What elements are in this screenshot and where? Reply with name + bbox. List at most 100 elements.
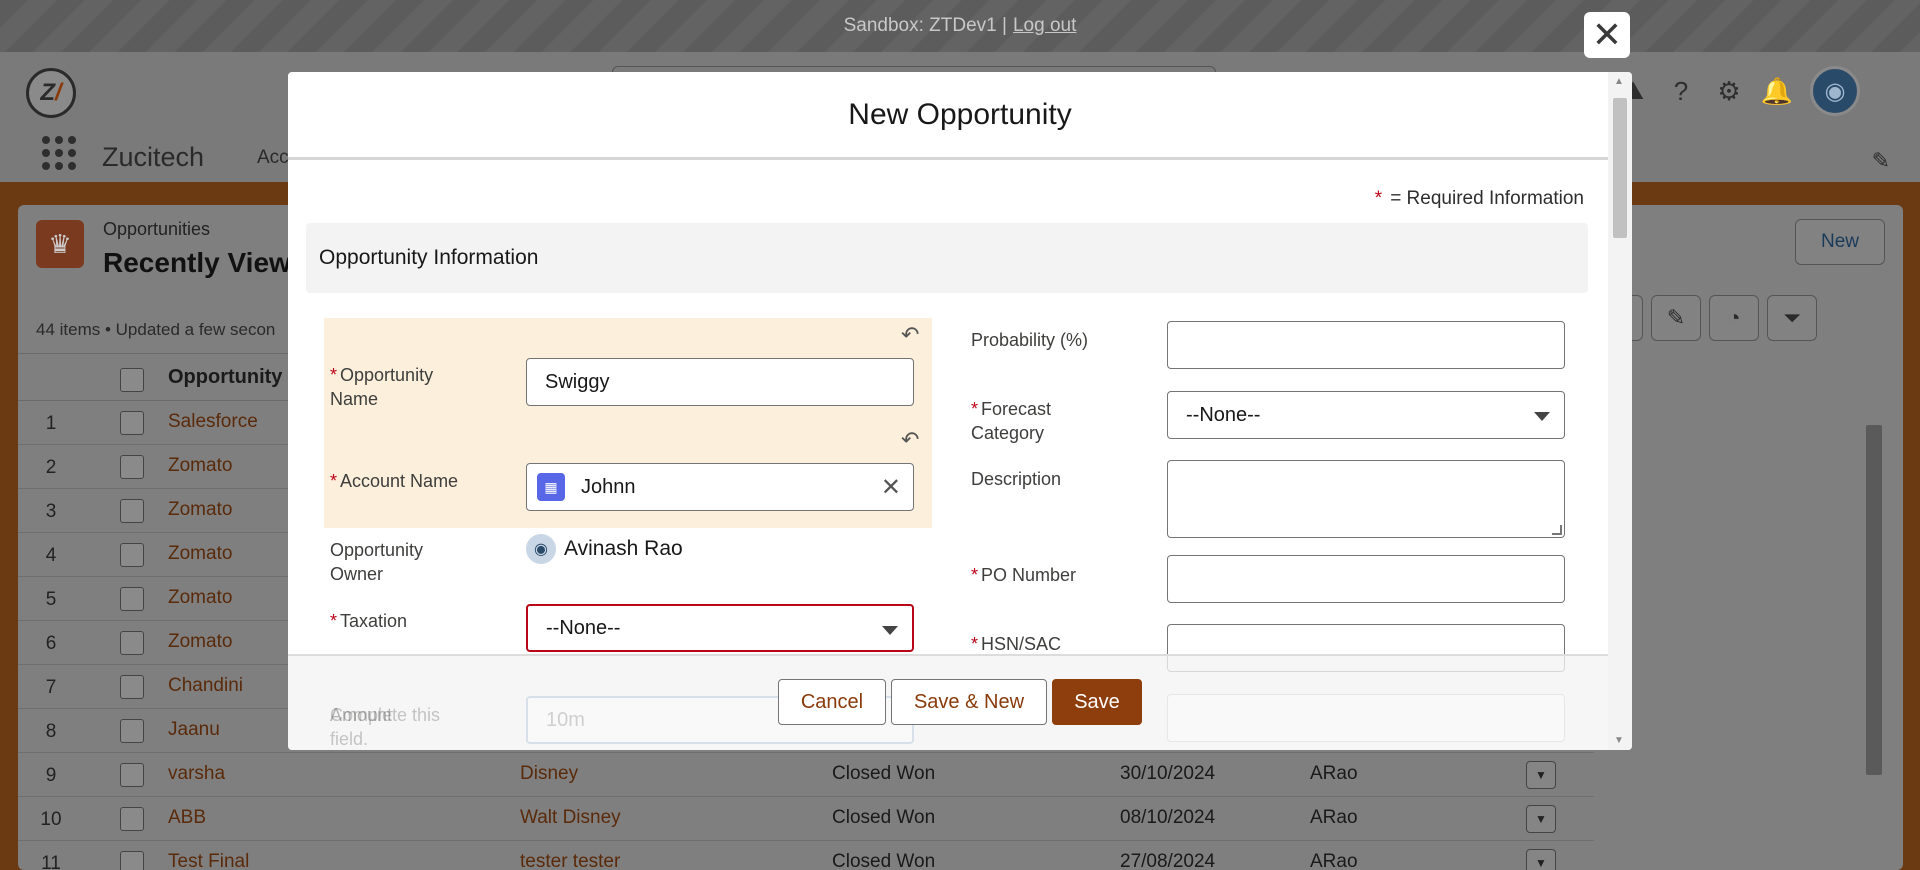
opportunity-name-link[interactable]: Zomato	[168, 499, 232, 521]
row-checkbox[interactable]	[120, 675, 144, 699]
account-name-link[interactable]: tester tester	[520, 851, 620, 870]
undo-icon[interactable]: ↶	[901, 427, 919, 453]
new-opportunity-modal: New Opportunity * = Required Information …	[288, 72, 1632, 750]
row-number: 8	[45, 721, 57, 742]
row-number: 4	[45, 545, 57, 566]
nav-item-accounts[interactable]: Acc	[257, 147, 289, 169]
sandbox-banner: Sandbox: ZTDev1 | Log out	[0, 0, 1920, 52]
pencil-icon[interactable]: ✎	[1872, 148, 1890, 174]
row-action-chevron-icon[interactable]: ▼	[1526, 849, 1556, 870]
table-row: 9 varsha Disney Closed Won 30/10/2024 ARao ▼	[18, 753, 1594, 797]
row-checkbox[interactable]	[120, 851, 144, 870]
owner-alias-cell: ARao	[1310, 807, 1358, 828]
app-name: Zucitech	[102, 142, 205, 172]
crown-icon: ♛	[36, 220, 84, 268]
taxation-select[interactable]: --None--	[526, 604, 914, 652]
po-number-input[interactable]	[1167, 555, 1565, 603]
opportunity-name-input[interactable]: Swiggy	[526, 358, 914, 406]
row-checkbox[interactable]	[120, 807, 144, 831]
row-number: 2	[45, 457, 57, 478]
owner-avatar: ◉	[526, 534, 556, 564]
owner-alias-cell: ARao	[1310, 851, 1358, 870]
column-opportunity[interactable]: Opportunity	[168, 366, 282, 389]
clear-selection-icon[interactable]: ✕	[881, 473, 901, 502]
chart-icon[interactable]: ◔	[1709, 295, 1759, 341]
row-checkbox[interactable]	[120, 631, 144, 655]
opportunity-name-link[interactable]: varsha	[168, 763, 225, 785]
description-label: Description	[971, 469, 1062, 489]
opportunity-owner-label: Opportunity Owner	[330, 540, 424, 584]
opportunity-name-link[interactable]: Chandini	[168, 675, 243, 697]
required-info: * = Required Information	[1374, 188, 1584, 209]
account-name-link[interactable]: Disney	[520, 763, 578, 785]
user-avatar[interactable]: ◉	[1810, 66, 1860, 116]
forecast-category-select[interactable]: --None--	[1167, 391, 1565, 439]
row-checkbox[interactable]	[120, 455, 144, 479]
close-date-cell: 30/10/2024	[1120, 763, 1216, 784]
row-number: 11	[41, 853, 61, 870]
amount-label: Amount	[330, 705, 393, 725]
save-button[interactable]: Save	[1052, 679, 1142, 725]
bell-icon[interactable]: 🔔	[1761, 76, 1793, 106]
select-all-checkbox[interactable]	[120, 368, 144, 392]
row-number: 10	[40, 809, 62, 830]
row-number: 6	[45, 633, 57, 654]
save-and-new-button[interactable]: Save & New	[891, 679, 1047, 725]
gear-icon[interactable]: ⚙	[1714, 76, 1744, 106]
chevron-down-icon	[1534, 412, 1550, 421]
help-icon[interactable]: ?	[1666, 76, 1696, 106]
new-record-button[interactable]: New	[1795, 219, 1885, 265]
app-launcher-icon[interactable]	[42, 136, 76, 170]
account-icon: ▦	[537, 473, 565, 501]
description-textarea[interactable]	[1167, 460, 1565, 538]
row-checkbox[interactable]	[120, 411, 144, 435]
opportunity-name-link[interactable]: ABB	[168, 807, 206, 829]
stage-cell: Closed Won	[832, 807, 936, 828]
cancel-button[interactable]: Cancel	[778, 679, 886, 725]
row-number: 7	[45, 677, 57, 698]
owner-alias-cell: ARao	[1310, 763, 1358, 784]
row-number: 1	[45, 413, 57, 434]
org-logo: Z /	[26, 68, 76, 118]
modal-scrollbar[interactable]: ▲ ▼	[1608, 72, 1632, 750]
row-checkbox[interactable]	[120, 499, 144, 523]
object-label: Opportunities	[103, 219, 211, 239]
row-checkbox[interactable]	[120, 719, 144, 743]
modal-title: New Opportunity	[288, 72, 1632, 160]
logout-link[interactable]: Log out	[1013, 15, 1076, 37]
list-meta: 44 items • Updated a few secon	[36, 320, 276, 339]
row-checkbox[interactable]	[120, 763, 144, 787]
list-scrollbar[interactable]	[1863, 405, 1885, 865]
opportunity-name-link[interactable]: Test Final	[168, 851, 249, 870]
taxation-label: * Taxation	[330, 611, 408, 631]
undo-icon[interactable]: ↶	[901, 322, 919, 348]
sandbox-text: Sandbox: ZTDev1 |	[843, 15, 1007, 36]
opportunity-name-label: * Opportunity Name	[330, 365, 434, 409]
opportunity-name-link[interactable]: Zomato	[168, 455, 232, 477]
list-view-title[interactable]: Recently Viewe	[103, 247, 306, 279]
probability-next-input[interactable]	[1167, 694, 1565, 742]
chevron-down-icon	[882, 626, 898, 635]
opportunity-owner-value: ◉ Avinash Rao	[526, 534, 683, 564]
account-name-lookup[interactable]: ▦ Johnn ✕	[526, 463, 914, 511]
account-name-link[interactable]: Walt Disney	[520, 807, 621, 829]
close-icon[interactable]: ✕	[1584, 12, 1630, 58]
edit-list-icon[interactable]: ✎	[1651, 295, 1701, 341]
opportunity-name-link[interactable]: Salesforce	[168, 411, 258, 433]
row-action-chevron-icon[interactable]: ▼	[1526, 805, 1556, 833]
opportunity-name-link[interactable]: Jaanu	[168, 719, 220, 741]
opportunity-name-link[interactable]: Zomato	[168, 543, 232, 565]
filter-icon[interactable]: ⏷	[1767, 295, 1817, 341]
row-checkbox[interactable]	[120, 587, 144, 611]
row-number: 3	[45, 501, 57, 522]
table-row: 10 ABB Walt Disney Closed Won 08/10/2024 ARao…	[18, 797, 1594, 841]
hsn-sac-label: * HSN/SAC	[971, 634, 1062, 654]
opportunity-name-link[interactable]: Zomato	[168, 631, 232, 653]
probability-input[interactable]	[1167, 321, 1565, 369]
row-checkbox[interactable]	[120, 543, 144, 567]
stage-cell: Closed Won	[832, 763, 936, 784]
section-opportunity-information[interactable]: Opportunity Information	[306, 223, 1588, 293]
row-action-chevron-icon[interactable]: ▼	[1526, 761, 1556, 789]
row-number: 9	[45, 765, 57, 786]
opportunity-name-link[interactable]: Zomato	[168, 587, 232, 609]
